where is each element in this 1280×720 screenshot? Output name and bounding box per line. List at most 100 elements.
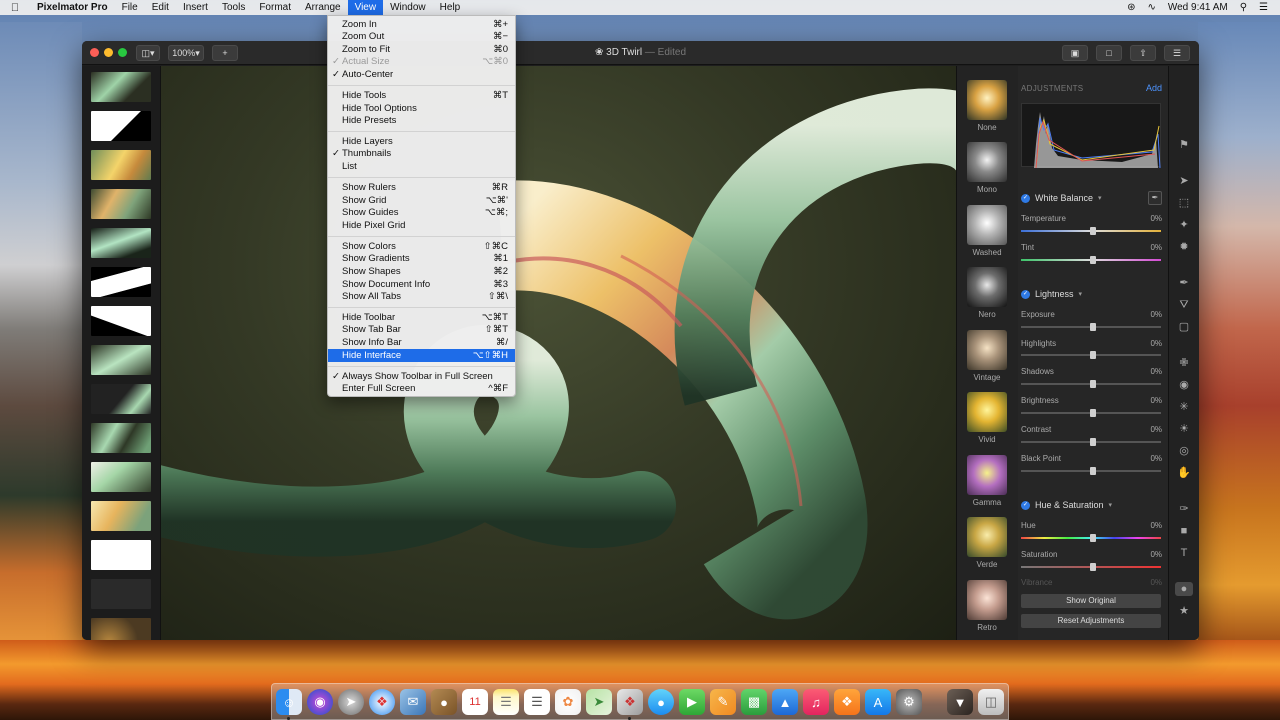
menu-item-show-guides[interactable]: Show Guides ⌥⌘; [328, 206, 515, 219]
spotlight-icon[interactable]: ⚲ [1240, 2, 1247, 13]
selection-tool[interactable]: ⬚ [1175, 196, 1193, 210]
shape-tool[interactable]: ■ [1175, 524, 1193, 538]
checkmark-icon[interactable]: ✓ [1021, 193, 1030, 203]
menu-arrange[interactable]: Arrange [298, 0, 348, 15]
menu-format[interactable]: Format [252, 0, 298, 15]
layer-thumbnail[interactable] [91, 111, 151, 141]
add-adjustment-button[interactable]: Add [1146, 83, 1162, 93]
layer-thumbnail[interactable] [91, 618, 151, 640]
preset-gamma[interactable]: Gamma [967, 455, 1007, 507]
slider-knob[interactable] [1090, 380, 1096, 388]
paint-bucket-tool[interactable]: ⚑ [1175, 138, 1193, 152]
layer-thumbnail[interactable] [91, 267, 151, 297]
magic-selection-tool[interactable]: ✦ [1175, 218, 1193, 232]
preset-retro[interactable]: Retro [967, 580, 1007, 632]
color-selection-tool[interactable]: ✹ [1175, 240, 1193, 254]
facetime-icon[interactable]: ▶ [679, 689, 705, 715]
show-original-button[interactable]: Show Original [1021, 594, 1161, 608]
erase-tool[interactable]: ▢ [1175, 320, 1193, 334]
layer-thumbnail[interactable] [91, 189, 151, 219]
slider-knob[interactable] [1090, 563, 1096, 571]
numbers-icon[interactable]: ▩ [741, 689, 767, 715]
photos-icon[interactable]: ✿ [555, 689, 581, 715]
calendar-icon[interactable]: 11 [462, 689, 488, 715]
menu-file[interactable]: File [115, 0, 145, 15]
menu-item-zoom-out[interactable]: Zoom Out ⌘− [328, 30, 515, 43]
maps-icon[interactable]: ➤ [586, 689, 612, 715]
menu-item-show-tab-bar[interactable]: Show Tab Bar ⇧⌘T [328, 323, 515, 336]
menu-item-show-shapes[interactable]: Show Shapes ⌘2 [328, 265, 515, 278]
exposure-slider[interactable] [1021, 323, 1161, 331]
pixelmator-icon[interactable]: ❖ [617, 689, 643, 715]
preset-none[interactable]: None [967, 80, 1007, 132]
sponge-tool[interactable]: ◎ [1175, 444, 1193, 458]
image-canvas[interactable] [161, 66, 956, 640]
menu-item-show-rulers[interactable]: Show Rulers ⌘R [328, 181, 515, 194]
slider-knob[interactable] [1090, 256, 1096, 264]
layer-thumbnail[interactable] [91, 423, 151, 453]
preset-mono[interactable]: Mono [967, 142, 1007, 194]
preset-nero[interactable]: Nero [967, 267, 1007, 319]
slider-knob[interactable] [1090, 227, 1096, 235]
layer-thumbnail[interactable] [91, 462, 151, 492]
tint-slider[interactable] [1021, 256, 1161, 264]
slider-knob[interactable] [1090, 409, 1096, 417]
system-preferences-icon[interactable]: ⚙ [896, 689, 922, 715]
bluetooth-icon[interactable]: ⊛ [1127, 2, 1135, 13]
black-point-slider[interactable] [1021, 467, 1161, 475]
menu-item-list[interactable]: List [328, 160, 515, 173]
arrange-tool[interactable]: ➤ [1175, 174, 1193, 188]
menu-insert[interactable]: Insert [176, 0, 215, 15]
lightness-section[interactable]: ✓ Lightness ▾ [1021, 289, 1082, 299]
contacts-icon[interactable]: ● [431, 689, 457, 715]
shadows-slider[interactable] [1021, 380, 1161, 388]
apple-icon[interactable]:  [0, 2, 30, 14]
siri-icon[interactable]: ◉ [307, 689, 333, 715]
hue-saturation-section[interactable]: ✓ Hue & Saturation ▾ [1021, 500, 1112, 510]
layer-thumbnail[interactable] [91, 384, 151, 414]
white-balance-section[interactable]: ✓ White Balance ▾ [1021, 193, 1102, 203]
share-button[interactable]: ⇧ [1130, 45, 1156, 61]
menu-item-show-all-tabs[interactable]: Show All Tabs ⇧⌘\ [328, 290, 515, 303]
layer-thumbnail[interactable] [91, 579, 151, 609]
checkmark-icon[interactable]: ✓ [1021, 500, 1030, 510]
notes-icon[interactable]: ☰ [493, 689, 519, 715]
slider-knob[interactable] [1090, 467, 1096, 475]
saturation-slider[interactable] [1021, 563, 1161, 571]
menu-item-show-info-bar[interactable]: Show Info Bar ⌘/ [328, 336, 515, 349]
sharpen-tool[interactable]: ✳ [1175, 400, 1193, 414]
pen-tool[interactable]: ✑ [1175, 502, 1193, 516]
slider-knob[interactable] [1090, 351, 1096, 359]
menu-tools[interactable]: Tools [215, 0, 252, 15]
wifi-icon[interactable]: ∿ [1147, 2, 1155, 13]
eyedropper-button[interactable]: ✒ [1148, 191, 1162, 205]
mail-icon[interactable]: ✉ [400, 689, 426, 715]
fill-tool[interactable]: ⛛ [1175, 298, 1193, 312]
format-button[interactable]: □ [1096, 45, 1122, 61]
pages-icon[interactable]: ✎ [710, 689, 736, 715]
books-icon[interactable]: ❖ [834, 689, 860, 715]
safari-icon[interactable]: ❖ [369, 689, 395, 715]
preset-vintage[interactable]: Vintage [967, 330, 1007, 382]
menu-item-hide-tools[interactable]: Hide Tools ⌘T [328, 89, 515, 102]
layer-thumbnail[interactable] [91, 228, 151, 258]
clock[interactable]: Wed 9:41 AM [1168, 2, 1228, 13]
preset-washed[interactable]: Washed [967, 205, 1007, 257]
menu-app-name[interactable]: Pixelmator Pro [30, 0, 115, 15]
brightness-slider[interactable] [1021, 409, 1161, 417]
menu-item-hide-pixel-grid[interactable]: Hide Pixel Grid [328, 219, 515, 232]
color-adjustments-tool[interactable]: ● [1175, 582, 1193, 596]
menu-view[interactable]: View [347, 0, 384, 15]
menu-item-auto-center[interactable]: ✓ Auto-Center [328, 68, 515, 81]
effects-tool[interactable]: ★ [1175, 604, 1193, 618]
contrast-slider[interactable] [1021, 438, 1161, 446]
crop-button[interactable]: ▣ [1062, 45, 1088, 61]
menu-item-thumbnails[interactable]: ✓ Thumbnails [328, 147, 515, 160]
menu-edit[interactable]: Edit [145, 0, 176, 15]
reminders-icon[interactable]: ☰ [524, 689, 550, 715]
layer-thumbnail[interactable] [91, 150, 151, 180]
type-tool[interactable]: T [1175, 546, 1193, 560]
finder-icon[interactable]: ☺ [276, 689, 302, 715]
smudge-tool[interactable]: ✋ [1175, 466, 1193, 480]
layer-thumbnail[interactable] [91, 345, 151, 375]
